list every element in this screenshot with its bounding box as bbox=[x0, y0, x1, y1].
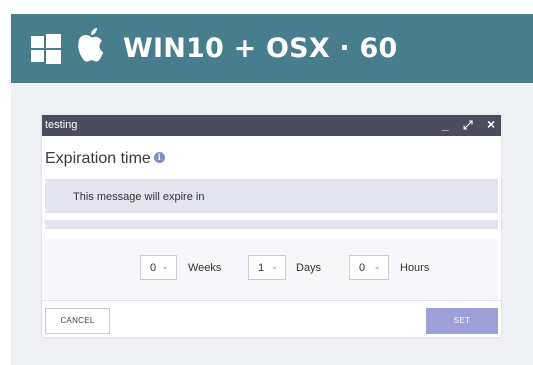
chevron-down-icon: ⌄ bbox=[161, 261, 169, 271]
chevron-down-icon: ⌄ bbox=[270, 261, 278, 271]
weeks-value: 0 bbox=[150, 262, 157, 274]
heading-text: Expiration time bbox=[45, 150, 151, 167]
dialog-titlebar[interactable]: testing _ ⤢ × bbox=[42, 115, 501, 136]
hours-select[interactable]: 0 ⌄ bbox=[349, 255, 389, 280]
duration-picker: 0 ⌄ Weeks 1 ⌄ Days 0 ⌄ Hours bbox=[45, 239, 498, 299]
expiry-progress-bar bbox=[45, 220, 498, 229]
maximize-icon[interactable]: ⤢ bbox=[463, 117, 473, 133]
weeks-label: Weeks bbox=[188, 262, 222, 274]
cancel-button[interactable]: CANCEL bbox=[45, 308, 110, 334]
minimize-icon[interactable]: _ bbox=[442, 117, 449, 133]
apple-logo-icon bbox=[78, 28, 103, 62]
dialog-title: testing bbox=[45, 119, 78, 131]
hours-value: 0 bbox=[359, 262, 366, 274]
close-icon[interactable]: × bbox=[487, 116, 495, 132]
days-value: 1 bbox=[258, 262, 265, 274]
message-box: This message will expire in bbox=[45, 179, 498, 213]
brand-text: WIN10 + OSX · 60 bbox=[123, 33, 398, 64]
promo-banner: WIN10 + OSX · 60 bbox=[11, 14, 533, 83]
message-text: This message will expire in bbox=[73, 191, 205, 203]
set-button[interactable]: SET bbox=[426, 308, 498, 334]
chevron-down-icon: ⌄ bbox=[373, 261, 381, 271]
windows-logo-icon bbox=[31, 34, 61, 64]
hours-label: Hours bbox=[400, 262, 430, 274]
days-label: Days bbox=[296, 262, 322, 274]
expiration-dialog: testing _ ⤢ × Expiration time i This mess… bbox=[42, 115, 501, 337]
days-select[interactable]: 1 ⌄ bbox=[248, 255, 286, 280]
page-title: Expiration time i bbox=[45, 150, 165, 168]
weeks-select[interactable]: 0 ⌄ bbox=[140, 255, 177, 280]
info-icon[interactable]: i bbox=[153, 152, 165, 164]
footer-divider bbox=[42, 300, 501, 301]
